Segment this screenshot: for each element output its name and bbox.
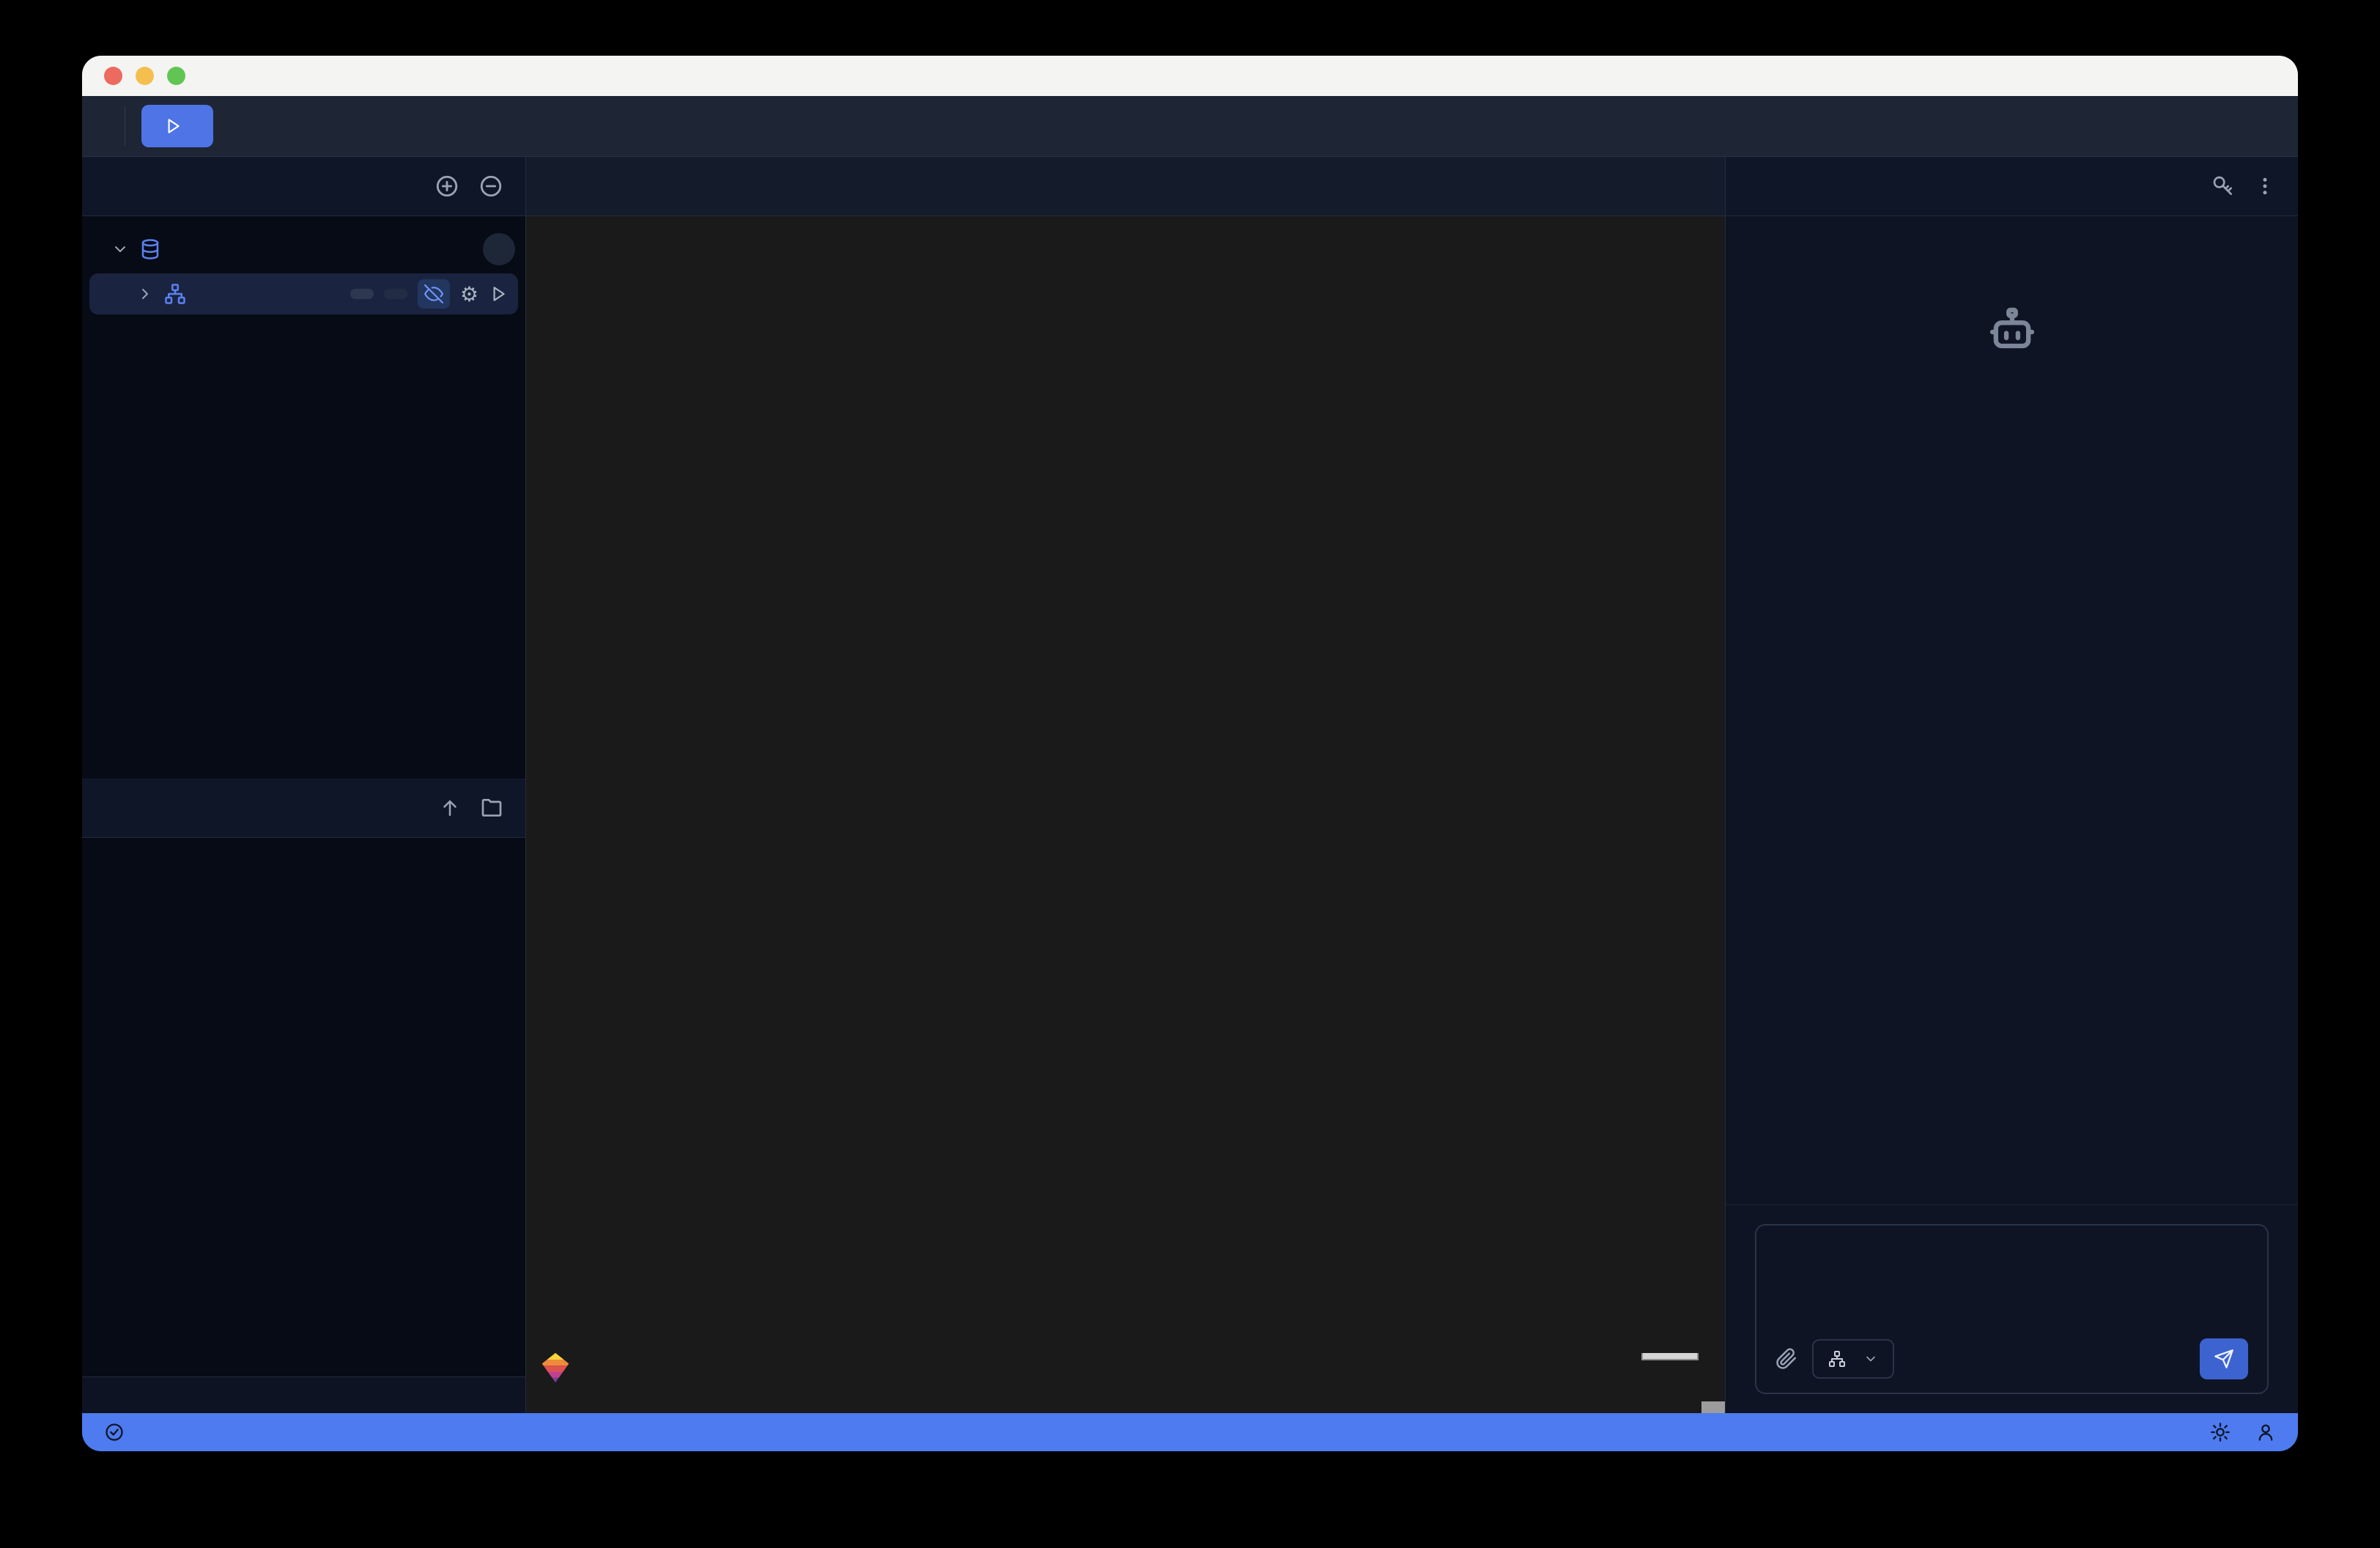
paperclip-icon[interactable] <box>1775 1348 1797 1370</box>
remove-network-icon[interactable] <box>478 174 503 199</box>
map-canvas[interactable] <box>526 216 1725 1413</box>
status-bar <box>82 1413 2298 1451</box>
app-window: ⚙ <box>82 56 2298 1451</box>
network-icon <box>1828 1350 1846 1368</box>
chat-panel-header <box>1726 157 2298 216</box>
add-network-icon[interactable] <box>435 174 459 199</box>
user-icon[interactable] <box>2255 1422 2276 1442</box>
directory-panel-header <box>82 778 525 838</box>
tree-row-database[interactable] <box>82 231 525 268</box>
run-button[interactable] <box>141 105 213 147</box>
chat-body <box>1726 216 2298 1204</box>
networks-tree: ⚙ <box>82 216 525 778</box>
chat-input-box[interactable] <box>1755 1224 2269 1394</box>
chat-input-placeholder[interactable] <box>1775 1243 2248 1338</box>
tree-row-model[interactable]: ⚙ <box>89 273 518 314</box>
kebab-menu-icon[interactable] <box>2254 175 2276 197</box>
toolbar <box>82 96 2298 157</box>
chat-input-zone <box>1726 1204 2298 1413</box>
model-settings-button[interactable]: ⚙ <box>460 282 478 306</box>
network-map[interactable] <box>526 216 1725 1413</box>
folder-icon[interactable] <box>480 796 503 819</box>
robot-icon <box>1984 304 2040 360</box>
eye-off-icon <box>424 284 443 303</box>
play-icon <box>163 117 182 136</box>
zoom-window-button[interactable] <box>167 67 185 85</box>
network-count-badge <box>483 233 515 265</box>
network-icon <box>164 283 186 305</box>
directory-path <box>82 1376 525 1413</box>
theme-toggle-icon[interactable] <box>2210 1422 2231 1442</box>
chevron-down-icon[interactable] <box>111 240 129 258</box>
title-bar <box>82 56 2298 96</box>
check-circle-icon <box>104 1422 125 1442</box>
maptiler-gem-icon <box>539 1352 572 1384</box>
chat-panel <box>1725 157 2298 1413</box>
minimize-window-button[interactable] <box>136 67 154 85</box>
view-tabs <box>526 157 1725 216</box>
chevron-down-icon <box>1863 1352 1878 1366</box>
send-button[interactable] <box>2200 1338 2248 1379</box>
network-selector[interactable] <box>1812 1339 1894 1379</box>
visibility-toggle-button[interactable] <box>418 279 450 309</box>
traffic-lights <box>104 67 185 85</box>
model-component-count <box>384 289 407 299</box>
main-view <box>526 157 1725 1413</box>
database-icon <box>139 238 161 260</box>
map-scale-bar <box>1641 1353 1699 1360</box>
close-window-button[interactable] <box>104 67 122 85</box>
key-icon[interactable] <box>2211 174 2235 198</box>
model-run-button[interactable] <box>489 284 508 303</box>
model-status-badge <box>350 289 374 299</box>
left-sidebar: ⚙ <box>82 157 526 1413</box>
maptiler-logo <box>539 1352 580 1384</box>
send-icon <box>2214 1349 2234 1369</box>
chevron-right-icon[interactable] <box>136 285 154 303</box>
map-attribution <box>1701 1401 1725 1413</box>
up-directory-icon[interactable] <box>439 797 461 819</box>
networks-panel-header <box>82 157 525 216</box>
